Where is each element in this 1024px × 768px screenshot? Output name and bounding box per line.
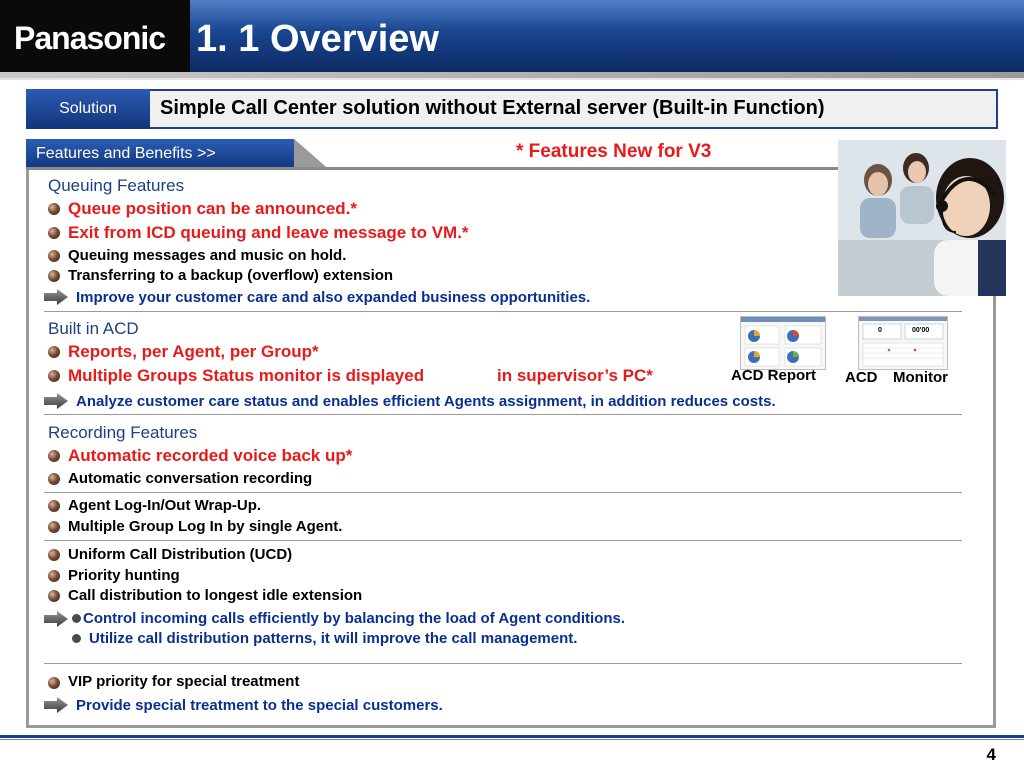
acd-monitor-time: 00'00 [912, 327, 930, 334]
section-divider [44, 311, 962, 312]
acd-report-label: ACD Report [731, 367, 816, 384]
acd-benefit: Analyze customer care status and enables… [76, 393, 776, 410]
bullet-icon [48, 227, 60, 239]
bullet-icon [48, 203, 60, 215]
footer-divider [0, 735, 1024, 738]
distribution-item: Call distribution to longest idle extens… [68, 587, 363, 604]
arrow-right-icon [44, 611, 68, 627]
section-divider [44, 663, 962, 664]
queuing-item: Queue position can be announced.* [68, 199, 358, 218]
bullet-icon [48, 270, 60, 282]
page-number: 4 [986, 745, 996, 764]
bullet-icon [48, 677, 60, 689]
solution-label: Solution [26, 89, 150, 129]
v3-note: * Features New for V3 [516, 141, 712, 162]
distribution-item: Priority hunting [68, 567, 180, 584]
bullet-icon [48, 370, 60, 382]
bullet-icon [48, 570, 60, 582]
queuing-item: Transferring to a backup (overflow) exte… [68, 267, 394, 284]
acd-monitor-screen [859, 317, 947, 367]
bullet-icon [48, 500, 60, 512]
bullet-icon [48, 549, 60, 561]
features-tab-label: Features and Benefits >> [36, 145, 216, 162]
vip-item: VIP priority for special treatment [68, 673, 300, 690]
bullet-icon [48, 450, 60, 462]
logo-box: Panasonic [0, 0, 190, 72]
recording-item: Automatic conversation recording [68, 470, 313, 487]
distribution-benefit: Control incoming calls efficiently by ba… [83, 610, 625, 627]
solution-text: Simple Call Center solution without Exte… [160, 97, 825, 119]
bullet-icon [48, 346, 60, 358]
bullet-icon [48, 250, 60, 262]
queuing-item: Exit from ICD queuing and leave message … [68, 223, 469, 242]
vip-benefit: Provide special treatment to the special… [76, 697, 443, 714]
queuing-item: Queuing messages and music on hold. [68, 247, 347, 264]
dot-icon [72, 634, 81, 643]
page-title: 1. 1 Overview [196, 18, 439, 60]
bullet-icon [48, 521, 60, 533]
distribution-benefit: Utilize call distribution patterns, it w… [89, 630, 578, 647]
acd-monitor-label-1: ACD [845, 369, 878, 386]
login-item: Agent Log-In/Out Wrap-Up. [68, 497, 262, 514]
acd-item-continued: in supervisor’s PC* [497, 366, 653, 385]
footer-divider-light [0, 739, 1024, 740]
queuing-heading: Queuing Features [48, 176, 185, 195]
acd-monitor-value: 0 [878, 327, 882, 334]
queuing-benefit: Improve your customer care and also expa… [76, 289, 591, 306]
acd-heading: Built in ACD [48, 319, 139, 338]
section-divider [44, 492, 962, 493]
section-divider [44, 540, 962, 541]
recording-item: Automatic recorded voice back up* [68, 446, 353, 465]
panasonic-logo: Panasonic [14, 20, 166, 56]
acd-item: Reports, per Agent, per Group* [68, 342, 319, 361]
recording-heading: Recording Features [48, 423, 198, 442]
bullet-icon [48, 473, 60, 485]
arrow-right-icon [44, 393, 68, 409]
acd-monitor-label-2: Monitor [893, 369, 948, 386]
arrow-right-icon [44, 697, 68, 713]
acd-item: Multiple Groups Status monitor is displa… [68, 366, 425, 385]
section-divider [44, 414, 962, 415]
acd-report-thumbnail [740, 316, 826, 370]
login-item: Multiple Group Log In by single Agent. [68, 518, 343, 535]
arrow-right-icon [44, 289, 68, 305]
dot-icon [72, 614, 81, 623]
agents-illustration [838, 140, 1006, 296]
acd-monitor-thumbnail [858, 316, 948, 370]
call-center-agents-photo [838, 140, 1006, 296]
bullet-icon [48, 590, 60, 602]
distribution-item: Uniform Call Distribution (UCD) [68, 546, 293, 563]
acd-report-chart [741, 317, 825, 367]
header-divider-light [0, 78, 1024, 80]
